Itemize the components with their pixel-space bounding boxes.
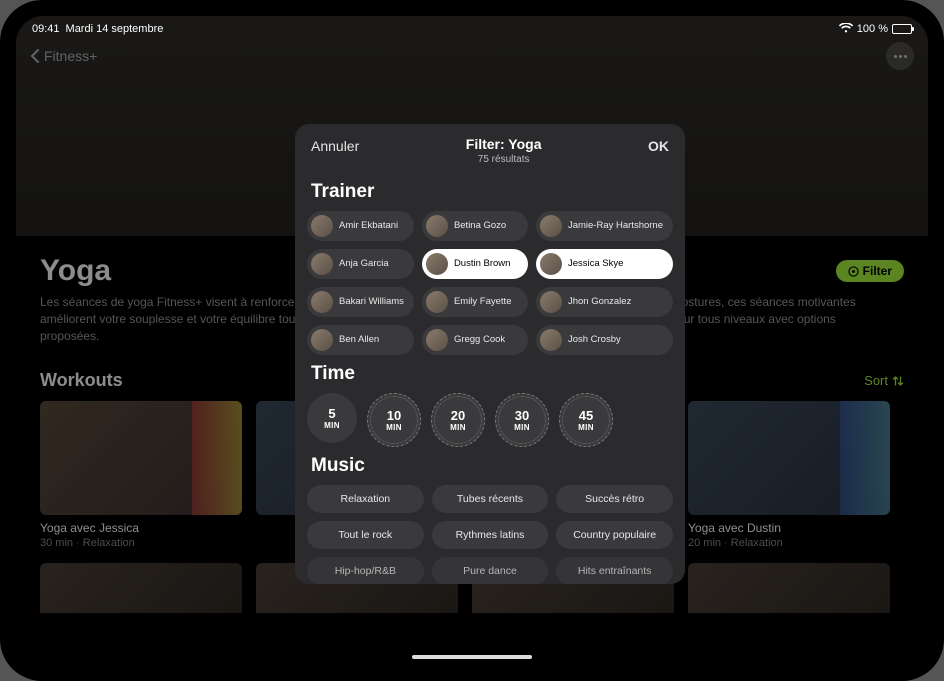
avatar	[540, 329, 562, 351]
music-chip[interactable]: Tout le rock	[307, 521, 424, 549]
modal-subtitle: 75 résultats	[359, 154, 648, 165]
ok-button[interactable]: OK	[648, 136, 669, 154]
avatar	[540, 215, 562, 237]
time-chip[interactable]: 45MIN	[559, 393, 613, 447]
trainer-name: Gregg Cook	[454, 335, 505, 345]
time-chip[interactable]: 30MIN	[495, 393, 549, 447]
music-chip[interactable]: Hip-hop/R&B	[307, 557, 424, 584]
trainer-name: Jamie-Ray Hartshorne	[568, 221, 663, 231]
trainer-name: Dustin Brown	[454, 259, 511, 269]
trainer-chip[interactable]: Jamie-Ray Hartshorne	[536, 211, 673, 241]
trainer-chip[interactable]: Gregg Cook	[422, 325, 528, 355]
trainer-chip[interactable]: Emily Fayette	[422, 287, 528, 317]
music-chip[interactable]: Pure dance	[432, 557, 549, 584]
time-unit: MIN	[324, 421, 340, 430]
battery-icon	[892, 24, 912, 34]
modal-body[interactable]: Trainer Amir Ekbatani Betina Gozo Jamie-Ra…	[295, 173, 685, 584]
avatar	[311, 253, 333, 275]
trainer-chip[interactable]: Ben Allen	[307, 325, 414, 355]
trainer-name: Amir Ekbatani	[339, 221, 398, 231]
music-chip[interactable]: Hits entraînants	[556, 557, 673, 584]
trainer-chip[interactable]: Jhon Gonzalez	[536, 287, 673, 317]
time-value: 5	[328, 407, 335, 420]
avatar	[540, 253, 562, 275]
modal-header: Annuler Filter: Yoga 75 résultats OK	[295, 124, 685, 173]
battery-percent: 100 %	[857, 23, 888, 35]
music-heading: Music	[311, 455, 673, 477]
modal-title: Filter: Yoga	[359, 136, 648, 152]
music-chip[interactable]: Country populaire	[556, 521, 673, 549]
wifi-icon	[839, 22, 853, 36]
status-bar: 09:41 Mardi 14 septembre 100 %	[16, 16, 928, 38]
trainer-chip[interactable]: Anja Garcia	[307, 249, 414, 279]
screen: 09:41 Mardi 14 septembre 100 % Fitness+	[16, 16, 928, 665]
music-chip[interactable]: Tubes récents	[432, 485, 549, 513]
status-time: 09:41	[32, 23, 60, 35]
trainer-name: Jessica Skye	[568, 259, 623, 269]
status-date: Mardi 14 septembre	[66, 23, 164, 35]
trainer-name: Betina Gozo	[454, 221, 506, 231]
trainer-name: Josh Crosby	[568, 335, 621, 345]
time-chip[interactable]: 20MIN	[431, 393, 485, 447]
avatar	[311, 215, 333, 237]
trainer-chip[interactable]: Dustin Brown	[422, 249, 528, 279]
trainer-chip[interactable]: Josh Crosby	[536, 325, 673, 355]
trainer-grid: Amir Ekbatani Betina Gozo Jamie-Ray Hartsh…	[307, 211, 673, 355]
trainer-name: Emily Fayette	[454, 297, 512, 307]
time-heading: Time	[311, 363, 673, 385]
music-chip[interactable]: Rythmes latins	[432, 521, 549, 549]
trainer-heading: Trainer	[311, 181, 673, 203]
home-indicator[interactable]	[412, 655, 532, 659]
music-chip[interactable]: Succès rétro	[556, 485, 673, 513]
avatar	[426, 291, 448, 313]
time-row: 5MIN10MIN20MIN30MIN45MIN	[307, 393, 673, 447]
avatar	[426, 215, 448, 237]
cancel-button[interactable]: Annuler	[311, 136, 359, 154]
trainer-name: Jhon Gonzalez	[568, 297, 631, 307]
avatar	[540, 291, 562, 313]
music-chip[interactable]: Relaxation	[307, 485, 424, 513]
ipad-frame: 09:41 Mardi 14 septembre 100 % Fitness+	[0, 0, 944, 681]
time-chip[interactable]: 10MIN	[367, 393, 421, 447]
trainer-chip[interactable]: Jessica Skye	[536, 249, 673, 279]
trainer-name: Bakari Williams	[339, 297, 404, 307]
trainer-name: Ben Allen	[339, 335, 379, 345]
avatar	[426, 329, 448, 351]
avatar	[311, 291, 333, 313]
trainer-chip[interactable]: Betina Gozo	[422, 211, 528, 241]
time-chip[interactable]: 5MIN	[307, 393, 357, 443]
trainer-chip[interactable]: Bakari Williams	[307, 287, 414, 317]
trainer-chip[interactable]: Amir Ekbatani	[307, 211, 414, 241]
avatar	[311, 329, 333, 351]
avatar	[426, 253, 448, 275]
filter-modal: Annuler Filter: Yoga 75 résultats OK Tra…	[295, 124, 685, 584]
trainer-name: Anja Garcia	[339, 259, 389, 269]
music-grid: Relaxation Tubes récentsSuccès rétro Tout …	[307, 485, 673, 584]
